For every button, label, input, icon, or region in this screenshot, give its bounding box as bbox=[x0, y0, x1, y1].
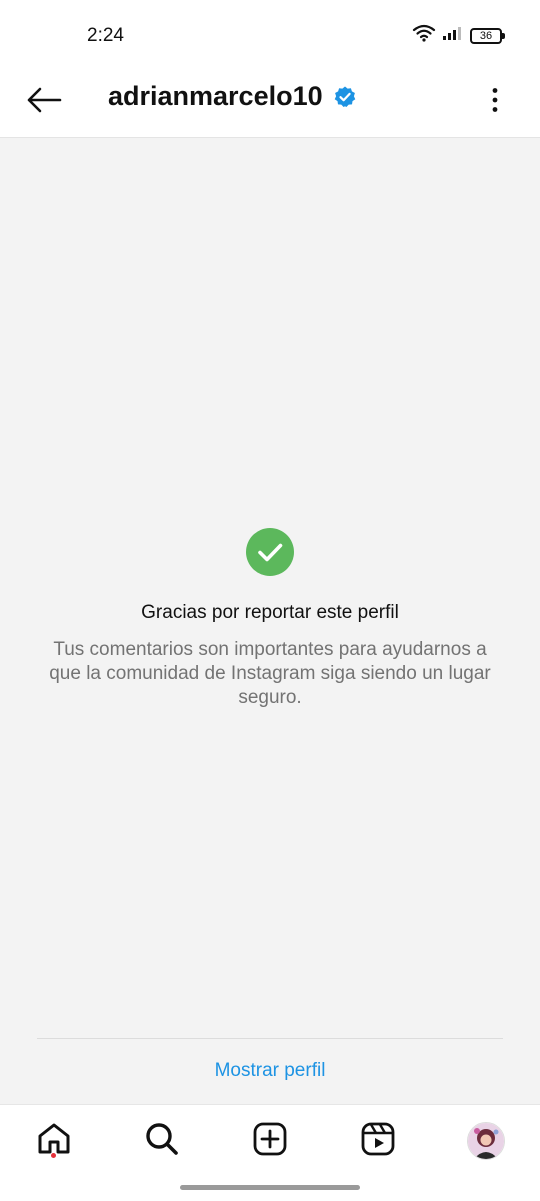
username: adrianmarcelo10 bbox=[108, 81, 323, 111]
nav-create-button[interactable] bbox=[246, 1117, 294, 1165]
signal-icon bbox=[442, 25, 464, 46]
gesture-bar[interactable] bbox=[180, 1185, 360, 1190]
report-confirmation-panel: Gracias por reportar este perfil Tus com… bbox=[0, 138, 540, 1104]
status-bar: 2:24 36 bbox=[0, 0, 540, 70]
verified-badge-icon bbox=[333, 85, 357, 109]
bottom-navigation bbox=[0, 1104, 540, 1201]
profile-avatar bbox=[467, 1122, 505, 1160]
back-arrow-icon bbox=[26, 87, 62, 118]
more-options-button[interactable] bbox=[480, 80, 510, 124]
check-circle-icon bbox=[246, 528, 294, 576]
more-vertical-icon bbox=[491, 87, 499, 118]
battery-icon: 36 bbox=[470, 27, 505, 44]
confirmation-title: Gracias por reportar este perfil bbox=[141, 602, 399, 623]
search-icon bbox=[144, 1121, 180, 1162]
nav-search-button[interactable] bbox=[138, 1117, 186, 1165]
profile-header: adrianmarcelo10 bbox=[0, 70, 540, 138]
status-icons: 36 bbox=[412, 24, 505, 47]
wifi-icon bbox=[412, 24, 436, 47]
notification-dot bbox=[51, 1153, 56, 1158]
back-button[interactable] bbox=[22, 80, 66, 124]
divider bbox=[37, 1038, 503, 1039]
username-title: adrianmarcelo10 bbox=[108, 81, 357, 112]
nav-profile-button[interactable] bbox=[462, 1117, 510, 1165]
show-profile-button[interactable]: Mostrar perfil bbox=[0, 1060, 540, 1082]
status-time: 2:24 bbox=[87, 25, 124, 46]
create-icon bbox=[252, 1121, 288, 1162]
reels-icon bbox=[360, 1121, 396, 1162]
confirmation-description: Tus comentarios son importantes para ayu… bbox=[49, 639, 491, 708]
nav-reels-button[interactable] bbox=[354, 1117, 402, 1165]
